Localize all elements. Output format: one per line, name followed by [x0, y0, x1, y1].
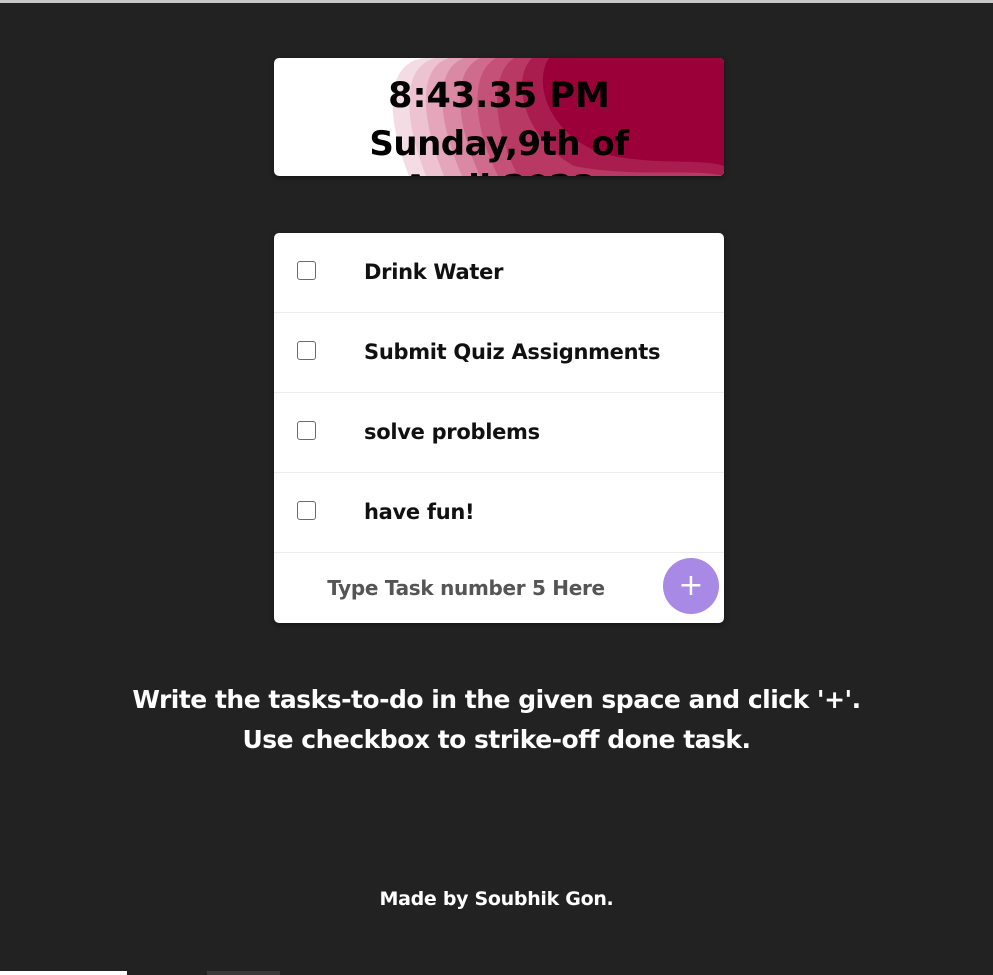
footer-credit: Made by Soubhik Gon. [379, 888, 614, 910]
clock-date: Sunday,9th of April,2023 [369, 124, 629, 176]
task-label: have fun! [364, 500, 475, 524]
task-item: solve problems [274, 393, 724, 473]
instructions: Write the tasks-to-do in the given space… [0, 680, 993, 760]
task-checkbox[interactable] [297, 421, 316, 440]
instructions-line-1: Write the tasks-to-do in the given space… [132, 685, 861, 714]
new-task-input[interactable] [294, 561, 638, 615]
bottom-bar-left [0, 971, 127, 975]
add-task-button[interactable]: + [663, 558, 719, 614]
task-checkbox[interactable] [297, 261, 316, 280]
task-checkbox[interactable] [297, 501, 316, 520]
task-item: Drink Water [274, 233, 724, 313]
task-label: solve problems [364, 420, 540, 444]
instructions-line-2: Use checkbox to strike-off done task. [242, 725, 751, 754]
bottom-bar-right [207, 971, 280, 975]
clock-card: 8:43.35 PM Sunday,9th of April,2023 [274, 58, 724, 176]
task-item: have fun! [274, 473, 724, 553]
task-checkbox[interactable] [297, 341, 316, 360]
new-task-row: + [274, 553, 724, 623]
task-label: Drink Water [364, 260, 504, 284]
task-item: Submit Quiz Assignments [274, 313, 724, 393]
task-label: Submit Quiz Assignments [364, 340, 661, 364]
top-border [0, 0, 993, 3]
task-list-card: Drink Water Submit Quiz Assignments solv… [274, 233, 724, 623]
clock-time: 8:43.35 PM [388, 76, 610, 116]
